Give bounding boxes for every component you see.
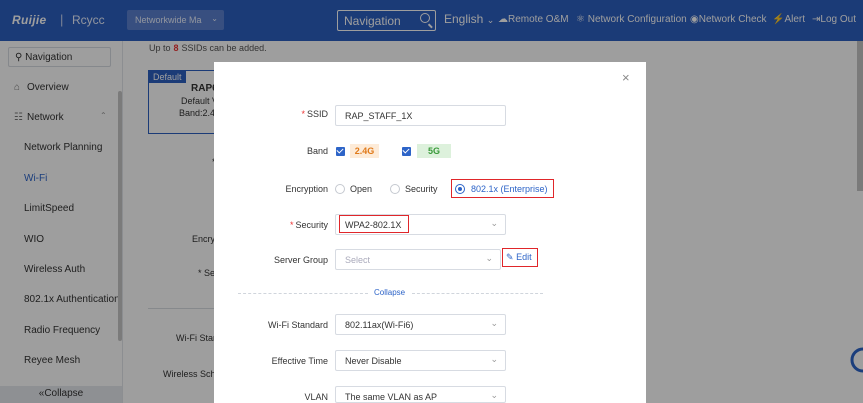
close-icon[interactable]: ×	[622, 70, 630, 85]
vlan-select[interactable]: The same VLAN as AP ⌄	[335, 386, 506, 403]
effective-time-value: Never Disable	[345, 356, 402, 366]
server-group-edit-link[interactable]: ✎ Edit	[502, 248, 538, 267]
security-label-text: Security	[295, 220, 328, 230]
vlan-value: The same VLAN as AP	[345, 392, 438, 402]
encryption-enterprise-label: 802.1x (Enterprise)	[471, 184, 548, 194]
ssid-label-text: SSID	[306, 109, 328, 119]
chevron-down-icon: ⌄	[490, 354, 498, 364]
effective-time-label: Effective Time	[271, 356, 328, 366]
band-label: Band	[306, 146, 328, 156]
chevron-down-icon: ⌄	[490, 318, 498, 328]
chevron-down-icon: ⌄	[485, 253, 493, 263]
encryption-label: Encryption	[285, 184, 328, 194]
pencil-icon: ✎	[506, 252, 514, 262]
encryption-enterprise-radio[interactable]	[455, 184, 465, 194]
security-label: * Security	[290, 220, 328, 230]
band-5g-checkbox[interactable]	[402, 147, 411, 156]
band-24g-tag: 2.4G	[350, 144, 379, 158]
collapse-divider-right	[412, 293, 543, 294]
server-group-select[interactable]: Select ⌄	[335, 249, 501, 270]
band-24g-checkbox[interactable]	[336, 147, 345, 156]
band-5g-tag: 5G	[417, 144, 451, 158]
server-group-label: Server Group	[273, 255, 328, 265]
ssid-input[interactable]: RAP_STAFF_1X	[335, 105, 506, 126]
wifi-standard-label: Wi-Fi Standard	[267, 320, 328, 330]
required-mark: *	[289, 220, 294, 230]
encryption-security-radio[interactable]	[390, 184, 400, 194]
security-highlight-box	[339, 215, 409, 233]
chevron-down-icon: ⌄	[490, 390, 498, 400]
server-group-placeholder: Select	[345, 255, 371, 265]
encryption-security-label: Security	[405, 184, 438, 194]
vlan-label: VLAN	[304, 392, 328, 402]
ssid-label: * SSID	[301, 109, 328, 119]
chevron-down-icon: ⌄	[490, 218, 498, 228]
edit-label: Edit	[516, 252, 532, 262]
required-mark: *	[301, 109, 305, 119]
collapse-advanced-link[interactable]: Collapse	[374, 288, 405, 297]
encryption-open-radio[interactable]	[335, 184, 345, 194]
encryption-open-label: Open	[350, 184, 373, 194]
effective-time-select[interactable]: Never Disable ⌄	[335, 350, 506, 371]
wifi-standard-value: 802.11ax(Wi-Fi6)	[345, 320, 414, 330]
edit-ssid-dialog: × * SSID RAP_STAFF_1X Band 2.4G 5G Encryp…	[214, 62, 646, 403]
wifi-standard-select[interactable]: 802.11ax(Wi-Fi6) ⌄	[335, 314, 506, 335]
collapse-divider-left	[238, 293, 368, 294]
